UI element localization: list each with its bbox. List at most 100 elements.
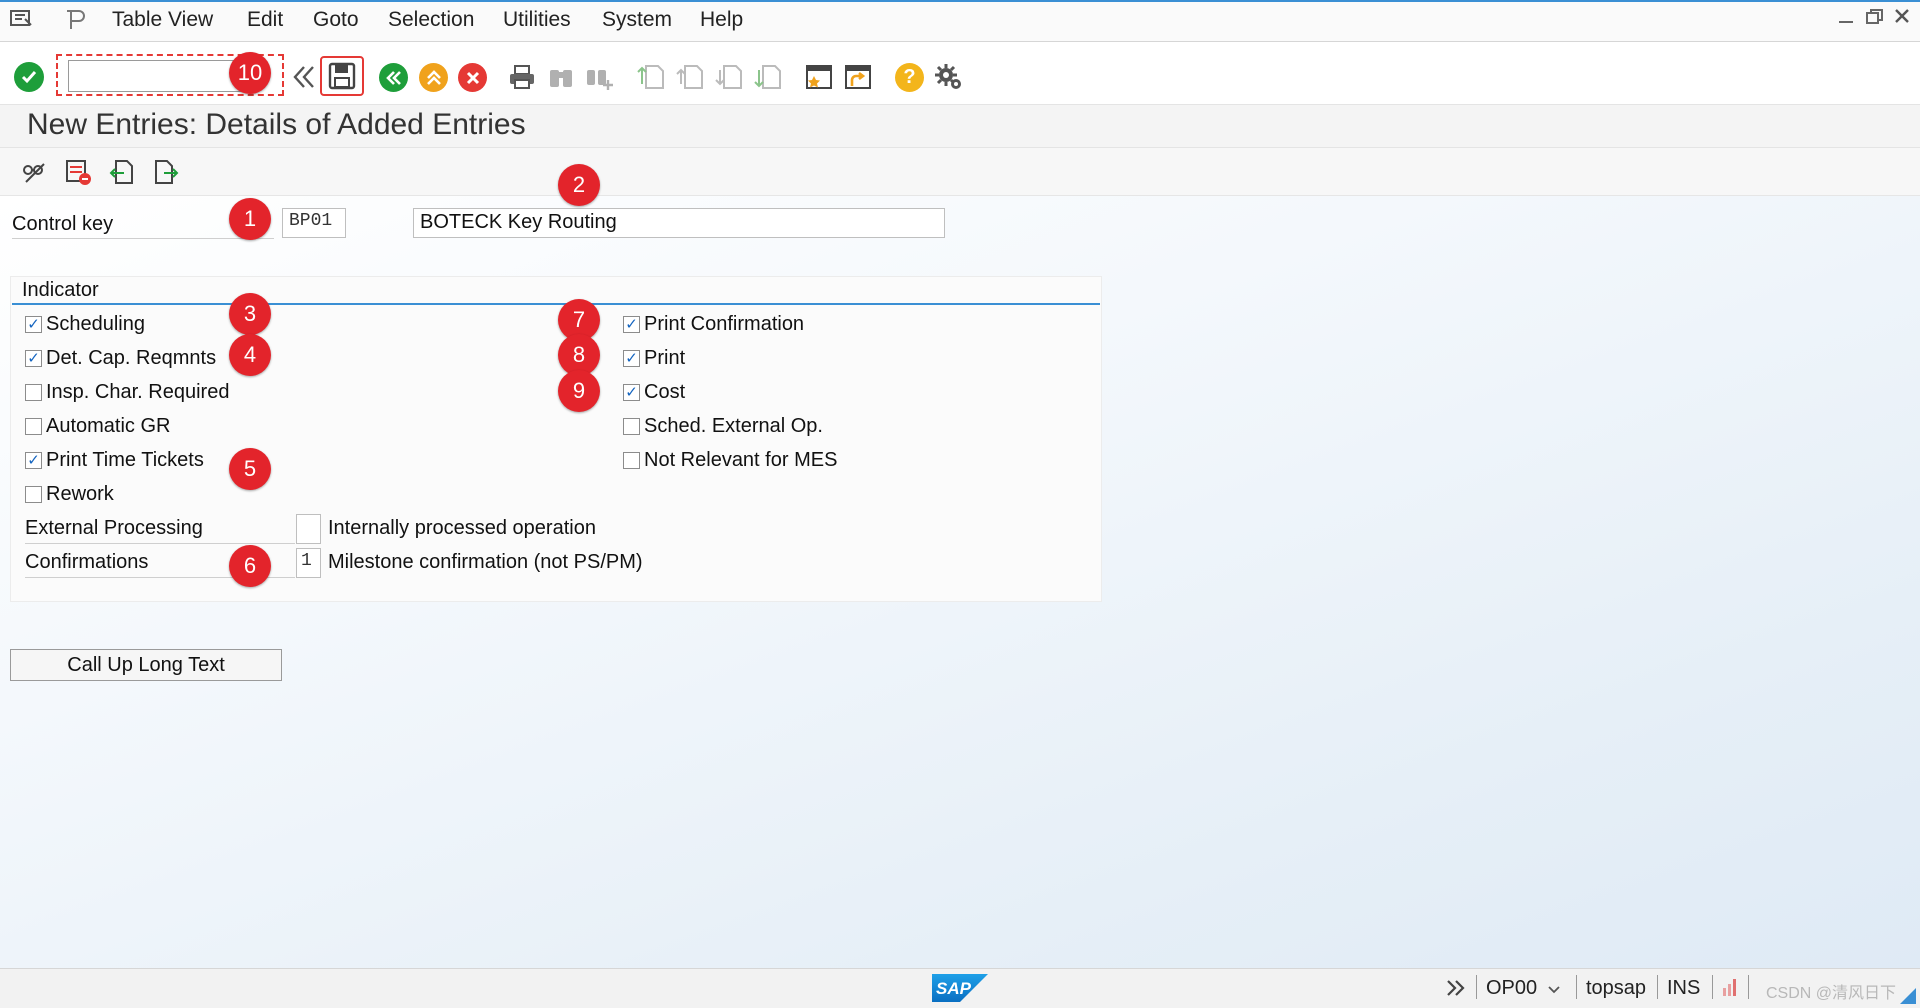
print-label: Print [644,347,686,369]
control-key-description-field[interactable]: BOTECK Key Routing [413,208,945,238]
print-confirmation-checkbox[interactable]: ✓ [623,316,640,333]
watermark-text: CSDN @清风日下 [1766,985,1897,1002]
next-entry-icon[interactable] [152,158,180,186]
sched-external-op-checkbox[interactable] [623,418,640,435]
annotation-badge-5: 5 [229,448,271,490]
external-processing-description: Internally processed operation [328,517,596,539]
app-menu-icon[interactable] [9,7,35,31]
delete-entry-icon[interactable] [64,158,92,186]
menu-table-view[interactable]: Table View [112,8,213,32]
rework-label: Rework [46,483,114,505]
control-key-label: Control key [12,213,114,235]
scheduling-checkbox[interactable]: ✓ [25,316,42,333]
insp-char-required-label: Insp. Char. Required [46,381,230,403]
annotation-badge-3: 3 [229,293,271,335]
checkbox-box: ✓ [25,452,42,469]
indicator-group-title: Indicator [22,279,99,301]
application-toolbar [0,148,1920,196]
menu-bar [0,0,1920,42]
rework-checkbox[interactable] [25,486,42,503]
collapse-history-icon[interactable] [288,62,318,92]
resize-grip-icon[interactable] [1896,984,1916,1004]
confirmations-label: Confirmations [25,551,149,573]
sched-external-op-label: Sched. External Op. [644,415,823,437]
annotation-badge-9: 9 [558,370,600,412]
menu-system[interactable]: System [602,8,672,32]
automatic-gr-checkbox[interactable] [25,418,42,435]
sap-logo: SAP [932,974,988,1002]
command-field[interactable] [68,60,246,92]
confirmations-description: Milestone confirmation (not PS/PM) [328,551,643,573]
find-next-icon[interactable] [584,62,614,92]
save-button[interactable] [320,56,364,96]
annotation-badge-1: 1 [229,198,271,240]
external-processing-label: External Processing [25,517,203,539]
settings-icon[interactable] [933,62,965,94]
control-key-underline [12,238,274,239]
checkbox-box [25,384,42,401]
menu-help[interactable]: Help [700,8,743,32]
chevron-down-icon[interactable] [1546,980,1562,996]
menu-selection[interactable]: Selection [388,8,474,32]
confirmations-field[interactable]: 1 [296,548,321,578]
previous-entry-icon[interactable] [108,158,136,186]
restore-icon[interactable] [1864,6,1886,34]
transaction-code[interactable]: OP00 [1486,977,1537,1000]
status-separator [1712,975,1713,999]
print-time-tickets-checkbox[interactable]: ✓ [25,452,42,469]
page-title: New Entries: Details of Added Entries [27,108,526,141]
cancel-icon[interactable] [458,63,487,92]
cost-checkbox[interactable]: ✓ [623,384,640,401]
previous-page-icon[interactable] [675,62,705,92]
exit-icon[interactable] [419,63,448,92]
insp-char-required-checkbox[interactable] [25,384,42,401]
performance-icon [1720,976,1740,998]
annotation-badge-6: 6 [229,545,271,587]
automatic-gr-label: Automatic GR [46,415,171,437]
print-icon[interactable] [507,62,537,92]
cost-label: Cost [644,381,686,403]
checkbox-box [25,486,42,503]
annotation-badge-4: 4 [229,334,271,376]
print-confirmation-label: Print Confirmation [644,313,805,335]
menu-edit[interactable]: Edit [247,8,283,32]
checkbox-box: ✓ [623,350,640,367]
checkbox-box [25,418,42,435]
back-icon[interactable] [379,63,408,92]
annotation-badge-10: 10 [229,52,271,94]
not-relevant-for-mes-label: Not Relevant for MES [644,449,838,471]
call-up-long-text-button[interactable]: Call Up Long Text [10,649,282,681]
status-separator [1748,975,1749,999]
shortcut-icon[interactable] [843,62,873,92]
not-relevant-for-mes-checkbox[interactable] [623,452,640,469]
enter-icon[interactable] [14,62,44,92]
print-checkbox[interactable]: ✓ [623,350,640,367]
menu-utilities[interactable]: Utilities [503,8,571,32]
help-icon[interactable]: ? [895,63,924,92]
parking-icon[interactable] [64,7,90,33]
find-icon[interactable] [546,62,576,92]
close-icon[interactable] [1892,6,1912,32]
input-mode[interactable]: INS [1667,977,1700,1000]
det-cap-reqmnts-checkbox[interactable]: ✓ [25,350,42,367]
checkbox-box [623,418,640,435]
menu-goto[interactable]: Goto [313,8,359,32]
display-change-icon[interactable] [20,158,48,186]
status-separator [1576,975,1577,999]
print-time-tickets-label: Print Time Tickets [46,449,204,471]
checkbox-box: ✓ [623,316,640,333]
annotation-badge-2: 2 [558,164,600,206]
checkbox-box: ✓ [25,316,42,333]
new-session-icon[interactable] [804,62,834,92]
scheduling-label: Scheduling [46,313,145,335]
det-cap-reqmnts-label: Det. Cap. Reqmnts [46,347,217,369]
first-page-icon[interactable] [636,62,666,92]
next-page-icon[interactable] [714,62,744,92]
control-key-field[interactable]: BP01 [282,208,346,238]
last-page-icon[interactable] [753,62,783,92]
expand-status-icon[interactable] [1444,976,1468,1000]
external-processing-field[interactable] [296,514,321,544]
checkbox-box: ✓ [25,350,42,367]
checkbox-box: ✓ [623,384,640,401]
minimize-icon[interactable] [1836,6,1856,32]
